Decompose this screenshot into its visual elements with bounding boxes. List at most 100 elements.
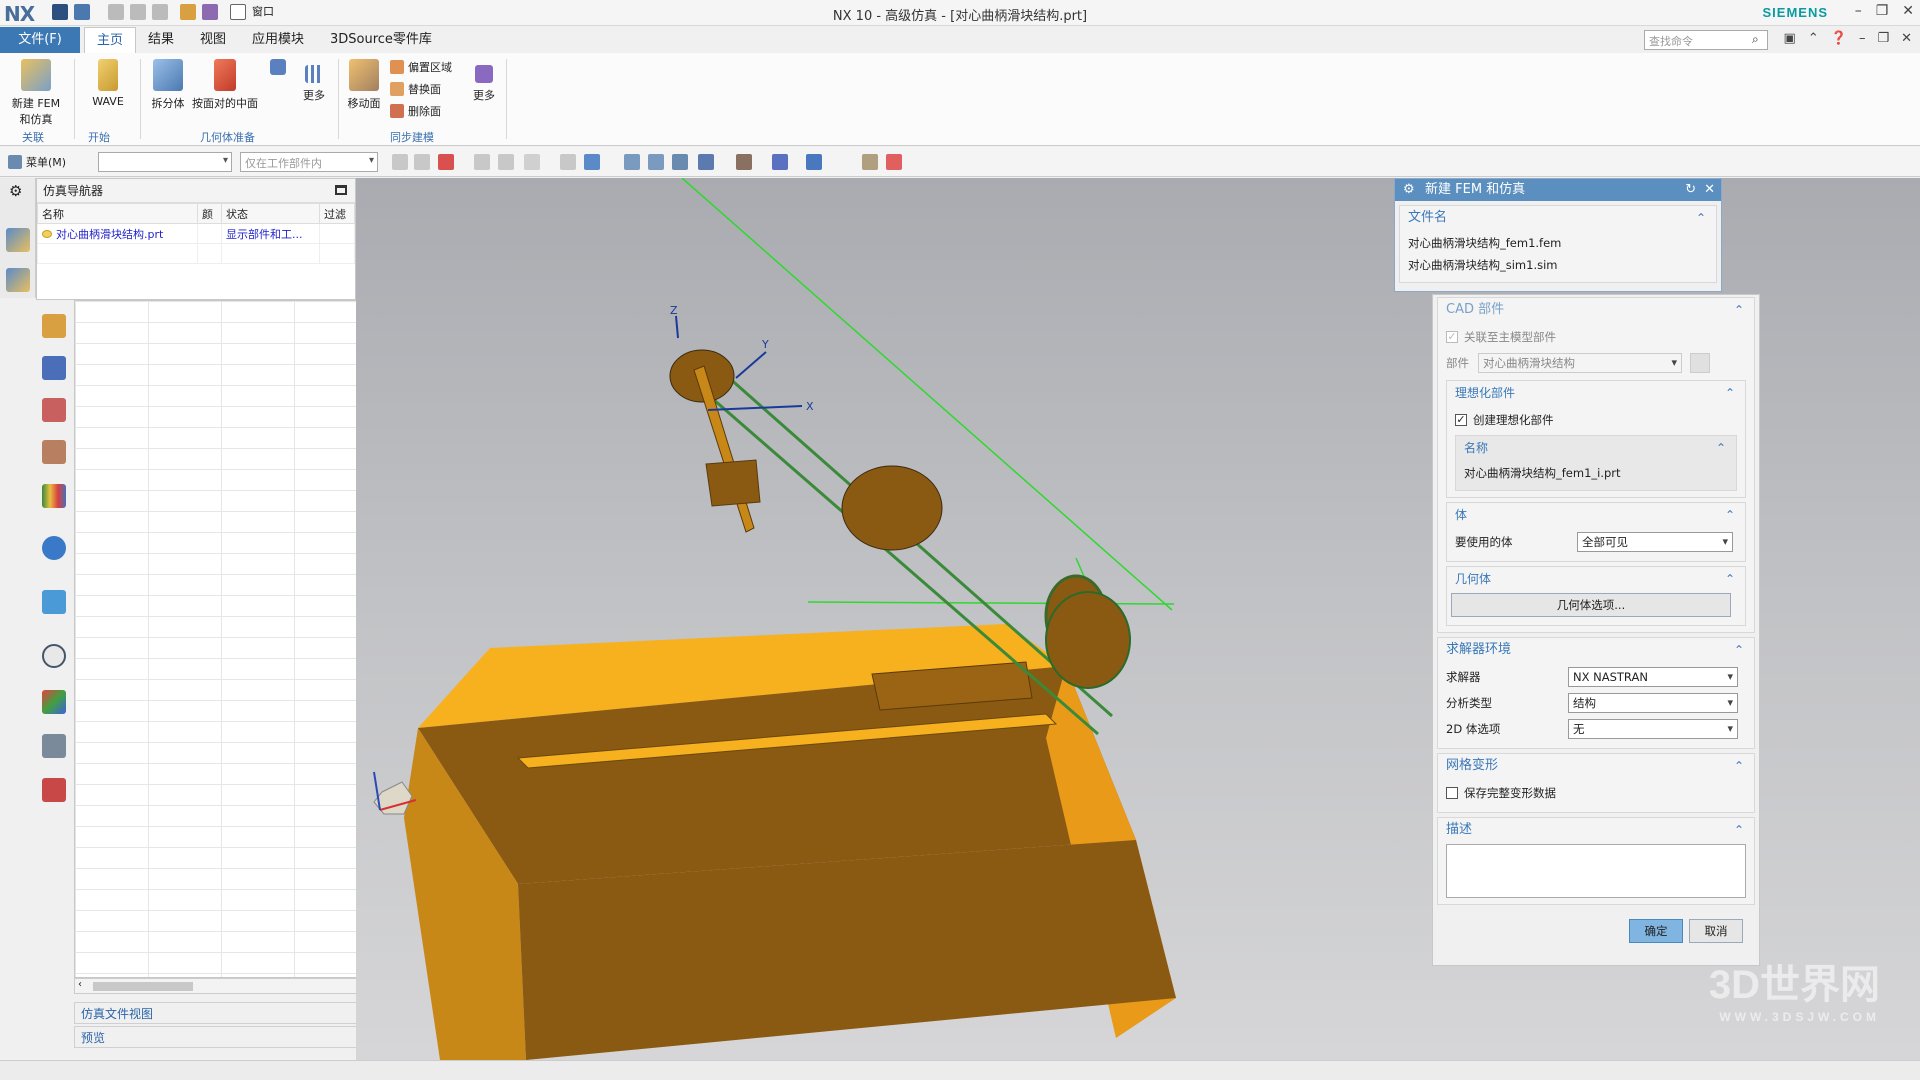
- chevron-up-icon[interactable]: ⌃: [1734, 818, 1744, 842]
- work-layer-icon[interactable]: [886, 154, 902, 170]
- more-geom-button[interactable]: 更多: [296, 59, 332, 103]
- minimize-icon[interactable]: –: [1855, 3, 1862, 19]
- cancel-button[interactable]: 取消: [1689, 919, 1743, 943]
- dialog-settings-icon[interactable]: ⚙: [1403, 179, 1415, 201]
- filename-header[interactable]: 文件名 ⌃: [1400, 206, 1716, 230]
- rotate-icon[interactable]: [672, 154, 688, 170]
- mesh-morph-header[interactable]: 网格变形 ⌃: [1438, 754, 1754, 778]
- ok-button[interactable]: 确定: [1629, 919, 1683, 943]
- command-search-input[interactable]: 查找命令: [1644, 30, 1768, 50]
- physical-property-icon[interactable]: [6, 268, 30, 292]
- process-studio-icon[interactable]: [42, 734, 66, 758]
- chevron-up-icon[interactable]: ⌃: [1725, 567, 1735, 591]
- tab-view[interactable]: 视图: [188, 27, 238, 53]
- reuse-library-icon[interactable]: [42, 440, 66, 464]
- select-icon[interactable]: [438, 154, 454, 170]
- layer-icon[interactable]: [862, 154, 878, 170]
- system-materials-icon[interactable]: [42, 690, 66, 714]
- name-header[interactable]: 名称 ⌃: [1456, 436, 1736, 460]
- description-textarea[interactable]: [1446, 844, 1746, 898]
- solver-select[interactable]: NX NASTRAN: [1568, 667, 1738, 687]
- hide-icon[interactable]: [560, 154, 576, 170]
- geometry-header[interactable]: 几何体 ⌃: [1447, 567, 1745, 591]
- horizontal-scrollbar[interactable]: ‹ ›: [74, 978, 392, 994]
- assoc-master-checkbox[interactable]: ✓ 关联至主模型部件: [1446, 324, 1746, 350]
- part-select[interactable]: 对心曲柄滑块结构: [1478, 353, 1682, 373]
- col-status[interactable]: 状态: [221, 203, 320, 224]
- body-select[interactable]: 全部可见: [1577, 532, 1733, 552]
- zoom-icon[interactable]: [648, 154, 664, 170]
- move-face-button[interactable]: 移动面: [344, 59, 384, 111]
- chevron-up-icon[interactable]: ⌃: [1734, 638, 1744, 662]
- chevron-up-icon[interactable]: ⌃: [1725, 381, 1735, 405]
- split-body-button[interactable]: 拆分体: [146, 59, 190, 111]
- section-icon[interactable]: [806, 154, 822, 170]
- cad-header[interactable]: CAD 部件 ⌃: [1438, 298, 1754, 322]
- render-icon[interactable]: [584, 154, 600, 170]
- tab-file[interactable]: 文件(F): [0, 27, 80, 53]
- scroll-thumb[interactable]: [93, 982, 193, 991]
- box-select-icon[interactable]: [524, 154, 540, 170]
- description-header[interactable]: 描述 ⌃: [1438, 818, 1754, 842]
- part-navigator-icon[interactable]: [42, 314, 66, 338]
- body-header[interactable]: 体 ⌃: [1447, 503, 1745, 527]
- scroll-left-icon[interactable]: ‹: [78, 979, 82, 990]
- col-color[interactable]: 颜: [197, 203, 222, 224]
- tab-3dsource[interactable]: 3DSource零件库: [318, 27, 444, 53]
- scope-filter-select[interactable]: 仅在工作部件内: [240, 152, 378, 172]
- view-icon[interactable]: [772, 154, 788, 170]
- col-name[interactable]: 名称: [37, 203, 198, 224]
- shading-icon[interactable]: [736, 154, 752, 170]
- part-eye-icon[interactable]: [42, 229, 52, 238]
- reset-icon[interactable]: ↻: [1685, 179, 1696, 201]
- create-idealized-checkbox[interactable]: ✓ 创建理想化部件: [1455, 407, 1737, 433]
- orient-icon[interactable]: [698, 154, 714, 170]
- offset-region-button[interactable]: 偏置区域: [390, 59, 452, 75]
- close-doc-icon[interactable]: ✕: [1901, 31, 1912, 46]
- fullscreen-icon[interactable]: ▣: [1784, 31, 1796, 46]
- dialog-close-icon[interactable]: ✕: [1704, 179, 1715, 201]
- midsurface-button[interactable]: 按面对的中面: [190, 59, 260, 111]
- more-sync-button[interactable]: 更多: [466, 59, 502, 103]
- replace-face-button[interactable]: 替换面: [390, 81, 441, 97]
- minimize-doc-icon[interactable]: –: [1859, 31, 1866, 46]
- col-filter[interactable]: 过滤: [319, 203, 355, 224]
- idealized-header[interactable]: 理想化部件 ⌃: [1447, 381, 1745, 405]
- wave-button[interactable]: WAVE: [82, 59, 134, 108]
- filter-icon-1[interactable]: [392, 154, 408, 170]
- fit-icon[interactable]: [624, 154, 640, 170]
- close-icon[interactable]: ✕: [1902, 3, 1914, 19]
- tab-results[interactable]: 结果: [136, 27, 186, 53]
- chevron-up-icon[interactable]: ⌃: [1734, 754, 1744, 778]
- chevron-up-icon[interactable]: ⌃: [1725, 503, 1735, 527]
- filter-icon-2[interactable]: [414, 154, 430, 170]
- new-fem-sim-button[interactable]: 新建 FEM 和仿真: [8, 59, 64, 127]
- restore-doc-icon[interactable]: ❐: [1877, 31, 1889, 46]
- table-row[interactable]: 对心曲柄滑块结构.prt 显示部件和工...: [37, 223, 355, 244]
- open-folder-icon[interactable]: [1690, 353, 1710, 373]
- analysis-type-select[interactable]: 结构: [1568, 693, 1738, 713]
- restore-icon[interactable]: ❐: [1876, 3, 1889, 19]
- snap-icon-2[interactable]: [498, 154, 514, 170]
- history-clock-icon[interactable]: [42, 644, 66, 668]
- chevron-up-icon[interactable]: ⌃: [1734, 298, 1744, 322]
- info-icon[interactable]: [42, 536, 66, 560]
- chevron-up-icon[interactable]: ⌃: [1716, 436, 1726, 460]
- tab-applications[interactable]: 应用模块: [240, 27, 316, 53]
- roles-icon[interactable]: [42, 778, 66, 802]
- maximize-icon[interactable]: [335, 185, 347, 195]
- small-tool-button[interactable]: [264, 59, 292, 79]
- web-browser-icon[interactable]: [42, 590, 66, 614]
- sim-navigator-icon[interactable]: [6, 228, 30, 252]
- type-filter-select[interactable]: [98, 152, 232, 172]
- tab-home[interactable]: 主页: [84, 27, 137, 53]
- help-icon[interactable]: ❓: [1831, 31, 1847, 46]
- sim-file-view-section[interactable]: 仿真文件视图∨: [74, 1002, 392, 1024]
- save-morph-checkbox[interactable]: 保存完整变形数据: [1446, 780, 1746, 806]
- main-menu-button[interactable]: 菜单(M): [8, 154, 66, 170]
- snap-icon-1[interactable]: [474, 154, 490, 170]
- geometry-options-button[interactable]: 几何体选项...: [1451, 593, 1731, 617]
- search-icon[interactable]: ⌕: [1752, 32, 1759, 47]
- collapse-ribbon-icon[interactable]: ⌃: [1808, 31, 1819, 46]
- palette-icon[interactable]: [42, 484, 66, 508]
